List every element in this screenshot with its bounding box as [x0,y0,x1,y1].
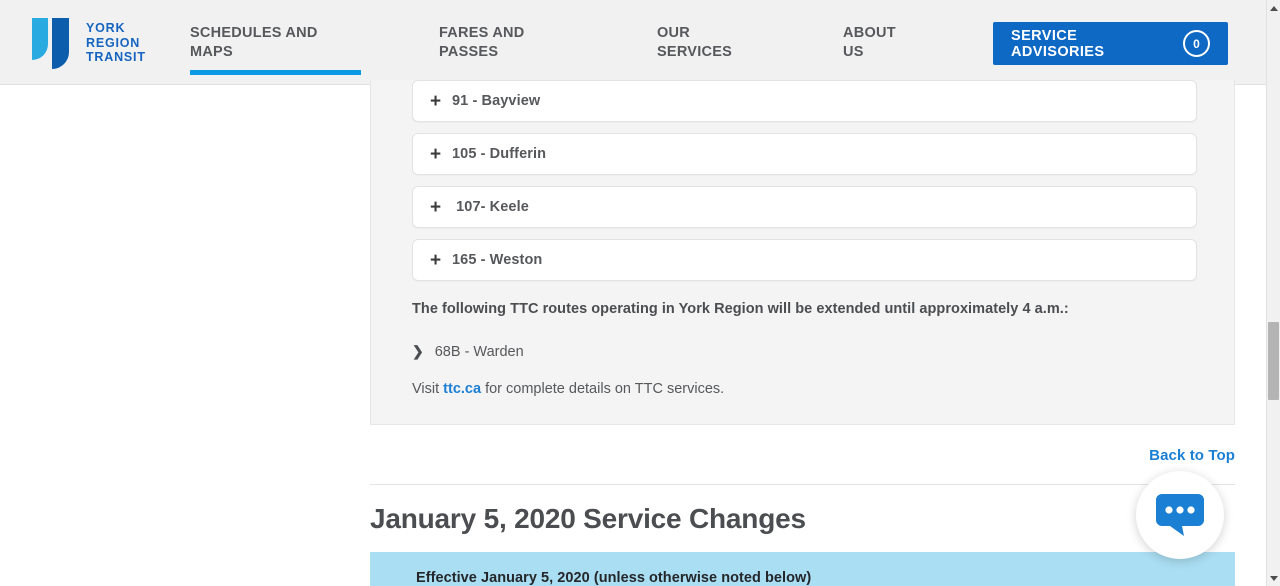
list-item-label: 68B - Warden [434,344,524,360]
accordion-item-label: 165 - Weston [452,252,543,268]
visit-suffix: for complete details on TTC services. [481,381,725,397]
accordion-item-105-dufferin[interactable]: + 105 - Dufferin [412,133,1197,175]
plus-icon: + [430,143,442,165]
nav-item-our-services[interactable]: OUR SERVICES [657,24,787,62]
nav-item-fares-and-passes[interactable]: FARES AND PASSES [439,24,589,62]
ttc-extension-note: The following TTC routes operating in Yo… [412,301,1069,317]
plus-icon: + [430,90,442,112]
accordion-item-91-bayview[interactable]: + 91 - Bayview [412,80,1197,122]
accordion-item-label: 107- Keele [452,199,529,215]
list-item: ❯ 68B - Warden [412,344,524,360]
chat-bubble-icon [1156,494,1204,536]
plus-icon: + [430,249,442,271]
service-advisories-button[interactable]: SERVICE ADVISORIES 0 [993,22,1228,65]
plus-icon: + [430,196,442,218]
chevron-right-icon: ❯ [412,343,424,359]
chat-widget-button[interactable] [1136,471,1224,559]
scrollbar-thumb[interactable] [1268,322,1279,400]
page-viewport: YORK REGION TRANSIT SCHEDULES AND MAPS F… [0,0,1266,586]
page-scrollbar[interactable] [1266,0,1280,586]
visit-ttc-line: Visit ttc.ca for complete details on TTC… [412,381,724,397]
logo-wordmark: YORK REGION TRANSIT [86,20,146,65]
scroll-down-arrow-icon[interactable] [1267,570,1280,586]
effective-date-banner: Effective January 5, 2020 (unless otherw… [370,552,1235,586]
nav-item-schedules-and-maps[interactable]: SCHEDULES AND MAPS [190,24,365,62]
section-divider [370,484,1235,485]
routes-accordion: + 91 - Bayview + 105 - Dufferin + 107- K… [412,80,1197,292]
service-advisories-count-badge: 0 [1183,30,1210,57]
york-region-transit-logo-icon [32,18,69,69]
accordion-item-165-weston[interactable]: + 165 - Weston [412,239,1197,281]
site-header: YORK REGION TRANSIT SCHEDULES AND MAPS F… [0,0,1266,85]
ttc-ca-link[interactable]: ttc.ca [443,381,481,397]
visit-prefix: Visit [412,381,444,397]
page-content: + 91 - Bayview + 105 - Dufferin + 107- K… [0,80,1266,586]
ttc-routes-panel: + 91 - Bayview + 105 - Dufferin + 107- K… [370,80,1235,425]
site-logo[interactable]: YORK REGION TRANSIT [30,16,146,70]
effective-date-text: Effective January 5, 2020 (unless otherw… [416,570,812,586]
accordion-item-label: 91 - Bayview [452,93,541,109]
back-to-top-link[interactable]: Back to Top [1149,447,1235,464]
scroll-up-arrow-icon[interactable] [1267,0,1280,16]
page-title: January 5, 2020 Service Changes [370,503,806,534]
accordion-item-107-keele[interactable]: + 107- Keele [412,186,1197,228]
service-advisories-label: SERVICE ADVISORIES [1011,27,1105,60]
accordion-item-label: 105 - Dufferin [452,146,547,162]
nav-item-about-us[interactable]: ABOUT US [843,24,963,62]
active-nav-underline [190,70,361,75]
